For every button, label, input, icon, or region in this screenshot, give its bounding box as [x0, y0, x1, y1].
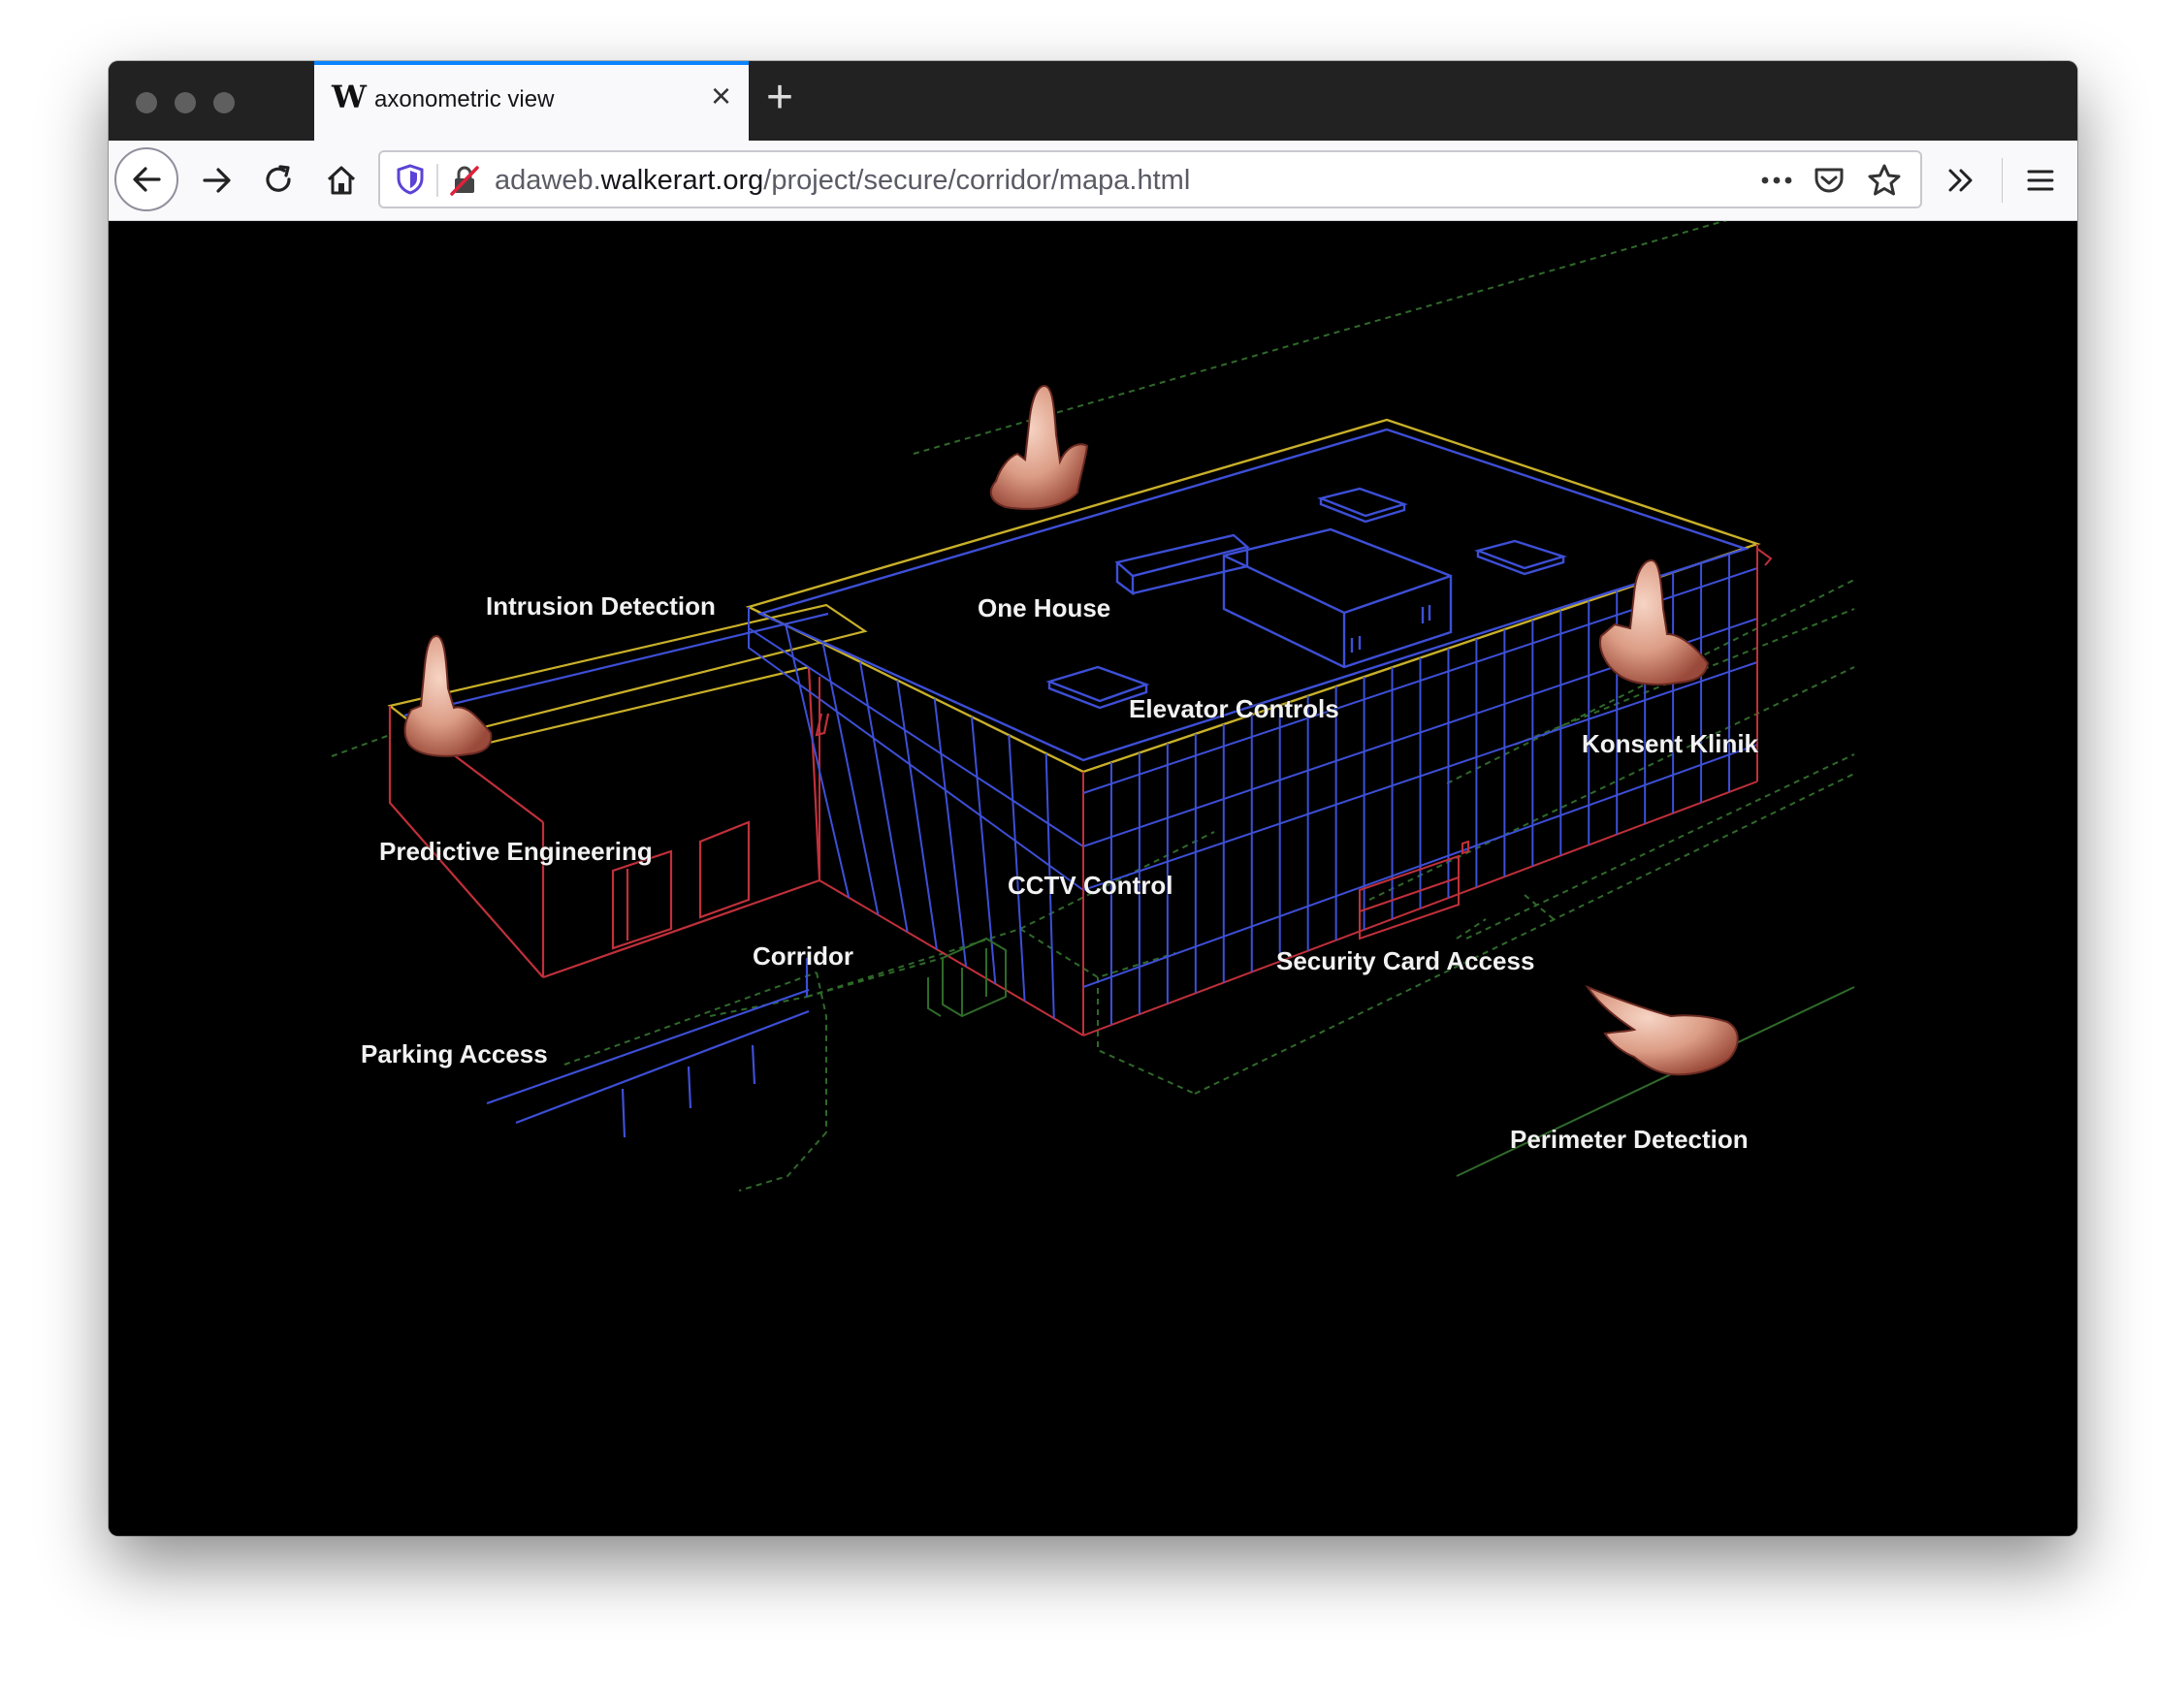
minimize-window-button[interactable]	[175, 92, 196, 113]
label-corridor[interactable]: Corridor	[753, 941, 853, 972]
forward-button[interactable]	[188, 141, 246, 220]
browser-window: W axonometric view × + adaweb.walkerart.…	[109, 61, 2077, 1536]
pocket-icon[interactable]	[1813, 164, 1846, 197]
tab-bar: W axonometric view × +	[109, 61, 2077, 141]
menu-icon	[2027, 170, 2054, 191]
label-cctv-control[interactable]: CCTV Control	[1008, 871, 1172, 901]
main-building-facade	[748, 544, 1773, 1036]
overflow-icon	[1948, 169, 1973, 192]
back-button[interactable]	[114, 147, 178, 211]
label-perimeter-detection[interactable]: Perimeter Detection	[1510, 1125, 1749, 1155]
back-icon	[133, 167, 161, 192]
toolbar-separator	[2002, 158, 2003, 203]
url-separator	[436, 164, 438, 197]
label-one-house[interactable]: One House	[978, 593, 1110, 623]
label-predictive-engineering[interactable]: Predictive Engineering	[379, 837, 653, 867]
label-konsent-klinik[interactable]: Konsent Klinik	[1582, 729, 1758, 759]
shield-icon[interactable]	[396, 164, 425, 195]
facade-mullion	[933, 698, 968, 968]
zoom-window-button[interactable]	[213, 92, 235, 113]
reload-button[interactable]	[250, 141, 308, 220]
url-bar[interactable]: adaweb.walkerart.org/project/secure/corr…	[378, 150, 1922, 208]
pointing-hand-icon[interactable]	[1585, 984, 1739, 1076]
pointing-hand-icon[interactable]	[989, 384, 1089, 510]
close-tab-icon[interactable]: ×	[711, 75, 731, 117]
label-security-card-access[interactable]: Security Card Access	[1276, 946, 1534, 976]
home-button[interactable]	[312, 141, 370, 220]
facade-mullion	[1008, 735, 1026, 1002]
close-window-button[interactable]	[136, 92, 157, 113]
reload-icon	[266, 165, 291, 192]
tab-active[interactable]: W axonometric view ×	[314, 61, 749, 141]
forward-icon	[203, 168, 231, 193]
more-icon[interactable]	[1759, 167, 1794, 194]
menu-button[interactable]	[2011, 141, 2070, 220]
tab-title: axonometric view	[374, 86, 555, 112]
page-content: Intrusion Detection One House Elevator C…	[109, 221, 2077, 1536]
facade-mullion	[821, 643, 880, 915]
label-intrusion-detection[interactable]: Intrusion Detection	[486, 591, 716, 621]
home-icon	[327, 166, 356, 195]
insecure-lock-icon[interactable]	[448, 164, 481, 197]
nav-toolbar: adaweb.walkerart.org/project/secure/corr…	[109, 141, 2077, 221]
pointing-hand-icon[interactable]	[403, 634, 493, 757]
walker-favicon-icon: W	[332, 79, 367, 115]
label-parking-access[interactable]: Parking Access	[361, 1039, 548, 1069]
star-icon[interactable]	[1867, 163, 1902, 198]
overflow-button[interactable]	[1932, 141, 1990, 220]
label-elevator-controls[interactable]: Elevator Controls	[1129, 694, 1339, 724]
url-text[interactable]: adaweb.walkerart.org/project/secure/corr…	[495, 165, 1190, 197]
new-tab-icon[interactable]: +	[766, 71, 793, 125]
